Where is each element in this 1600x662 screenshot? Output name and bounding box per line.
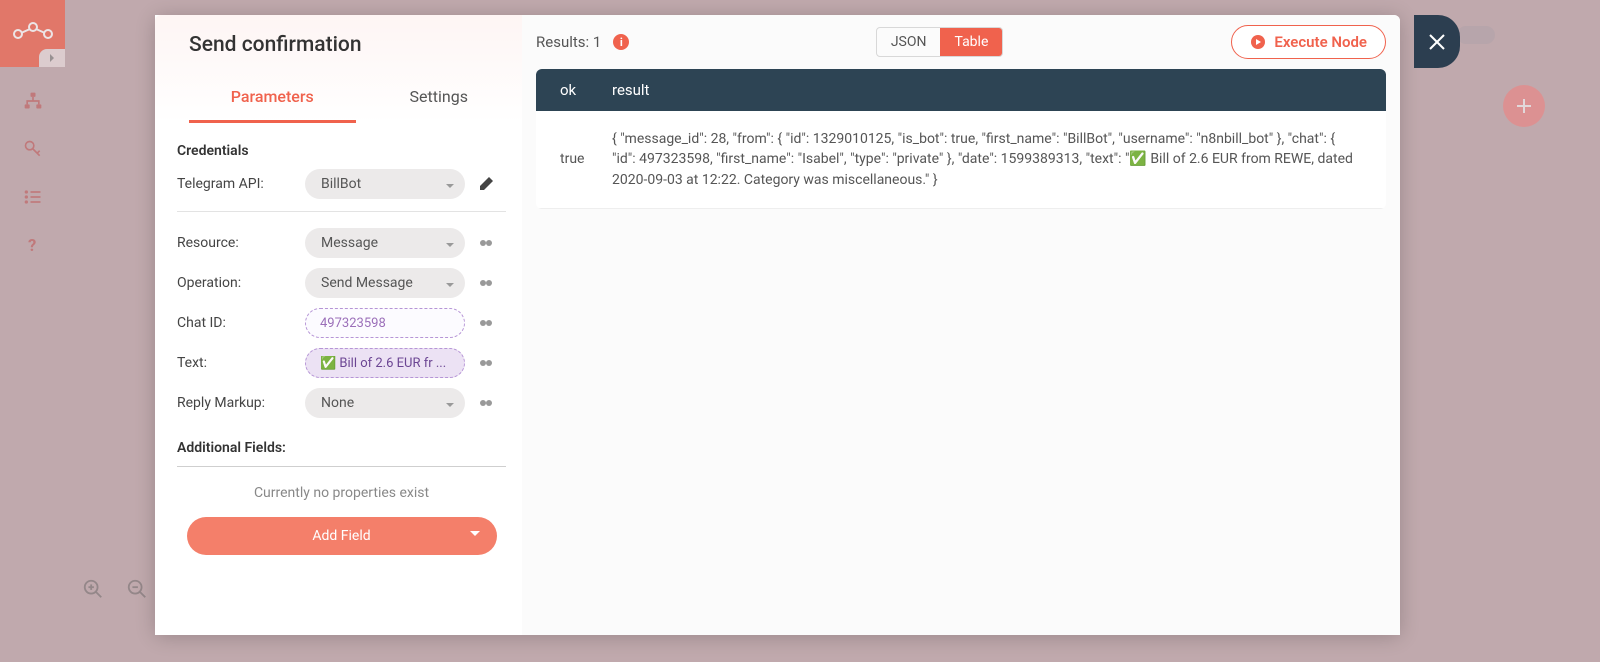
node-title: Send confirmation (189, 33, 522, 57)
telegram-credential-value: BillBot (321, 176, 361, 192)
add-field-label: Add Field (312, 528, 370, 544)
text-input[interactable]: ✅ Bill of 2.6 EUR fr ... (305, 348, 465, 378)
table-header: ok result (536, 69, 1386, 111)
sidebar-item-help[interactable]: ? (19, 231, 47, 259)
chat-id-label: Chat ID: (177, 315, 305, 331)
chevron-down-icon (445, 278, 455, 288)
info-icon[interactable]: i (613, 34, 629, 50)
close-modal-button[interactable] (1414, 15, 1460, 68)
pencil-icon (478, 176, 494, 192)
chat-id-input[interactable]: 497323598 (305, 308, 465, 338)
column-ok: ok (560, 81, 612, 99)
sidebar-item-workflows[interactable] (19, 87, 47, 115)
close-icon (1426, 31, 1448, 53)
workflow-icon (13, 21, 53, 47)
table-row[interactable]: true { "message_id": 28, "from": { "id":… (536, 111, 1386, 208)
divider (177, 211, 506, 212)
workflow-active-toggle[interactable] (1457, 26, 1495, 44)
operation-options-button[interactable] (475, 272, 497, 294)
gear-icon (478, 235, 494, 251)
panel-header: Send confirmation Parameters Settings (155, 15, 522, 123)
node-editor-modal: Send confirmation Parameters Settings Cr… (155, 15, 1400, 635)
app-sidebar: ? (0, 0, 65, 662)
telegram-credential-select[interactable]: BillBot (305, 169, 465, 199)
zoom-in-button[interactable] (80, 576, 106, 602)
sidebar-item-credentials[interactable] (19, 135, 47, 163)
divider (177, 466, 506, 467)
execute-node-button[interactable]: Execute Node (1231, 25, 1386, 59)
operation-select[interactable]: Send Message (305, 268, 465, 298)
credentials-section-label: Credentials (177, 143, 506, 159)
chevron-down-icon (469, 528, 481, 544)
resource-label: Resource: (177, 235, 305, 251)
question-icon: ? (23, 235, 43, 255)
text-label: Text: (177, 355, 305, 371)
reply-markup-value: None (321, 395, 354, 411)
list-icon (23, 187, 43, 207)
edit-credential-button[interactable] (475, 173, 497, 195)
results-topbar: Results: 1 i JSON Table Execute Node (522, 15, 1400, 69)
gear-icon (478, 355, 494, 371)
panel-tabs: Parameters Settings (189, 75, 522, 120)
reply-markup-label: Reply Markup: (177, 395, 305, 411)
view-json-button[interactable]: JSON (877, 28, 941, 56)
plus-icon (1515, 97, 1533, 115)
chevron-down-icon (445, 238, 455, 248)
results-count: Results: 1 (536, 33, 601, 51)
text-value: ✅ Bill of 2.6 EUR fr ... (320, 356, 446, 371)
chat-id-options-button[interactable] (475, 312, 497, 334)
telegram-api-label: Telegram API: (177, 176, 305, 192)
key-icon (23, 139, 43, 159)
add-node-button[interactable] (1503, 85, 1545, 127)
operation-label: Operation: (177, 275, 305, 291)
svg-text:?: ? (28, 237, 36, 255)
chat-id-value: 497323598 (320, 316, 386, 331)
app-logo[interactable] (0, 0, 65, 67)
additional-empty-message: Currently no properties exist (177, 485, 506, 501)
row-divider (536, 208, 1386, 209)
resource-options-button[interactable] (475, 232, 497, 254)
sidebar-item-executions[interactable] (19, 183, 47, 211)
chevron-down-icon (445, 179, 455, 189)
chevron-down-icon (445, 398, 455, 408)
chevron-right-icon (47, 53, 57, 63)
view-table-button[interactable]: Table (940, 28, 1002, 56)
gear-icon (478, 315, 494, 331)
text-options-button[interactable] (475, 352, 497, 374)
reply-markup-options-button[interactable] (475, 392, 497, 414)
operation-value: Send Message (321, 275, 413, 291)
tab-parameters[interactable]: Parameters (189, 75, 356, 120)
zoom-out-button[interactable] (124, 576, 150, 602)
additional-fields-label: Additional Fields: (177, 440, 506, 456)
zoom-in-icon (82, 578, 104, 600)
column-result: result (612, 81, 1362, 99)
zoom-out-icon (126, 578, 148, 600)
results-panel: Results: 1 i JSON Table Execute Node ok … (522, 15, 1400, 635)
parameters-body: Credentials Telegram API: BillBot Resour… (155, 123, 522, 555)
add-field-button[interactable]: Add Field (187, 517, 497, 555)
execute-node-label: Execute Node (1274, 33, 1367, 51)
gear-icon (478, 275, 494, 291)
reply-markup-select[interactable]: None (305, 388, 465, 418)
resource-select[interactable]: Message (305, 228, 465, 258)
cell-result: { "message_id": 28, "from": { "id": 1329… (612, 129, 1362, 190)
resource-value: Message (321, 235, 378, 251)
cell-ok: true (560, 129, 612, 190)
sitemap-icon (23, 91, 43, 111)
zoom-controls (80, 576, 150, 602)
results-table: ok result true { "message_id": 28, "from… (536, 69, 1386, 209)
tab-settings[interactable]: Settings (356, 75, 523, 120)
view-mode-toggle: JSON Table (876, 27, 1004, 57)
sidebar-expand-button[interactable] (39, 49, 65, 67)
gear-icon (478, 395, 494, 411)
play-circle-icon (1250, 34, 1266, 50)
parameters-panel: Send confirmation Parameters Settings Cr… (155, 15, 522, 635)
